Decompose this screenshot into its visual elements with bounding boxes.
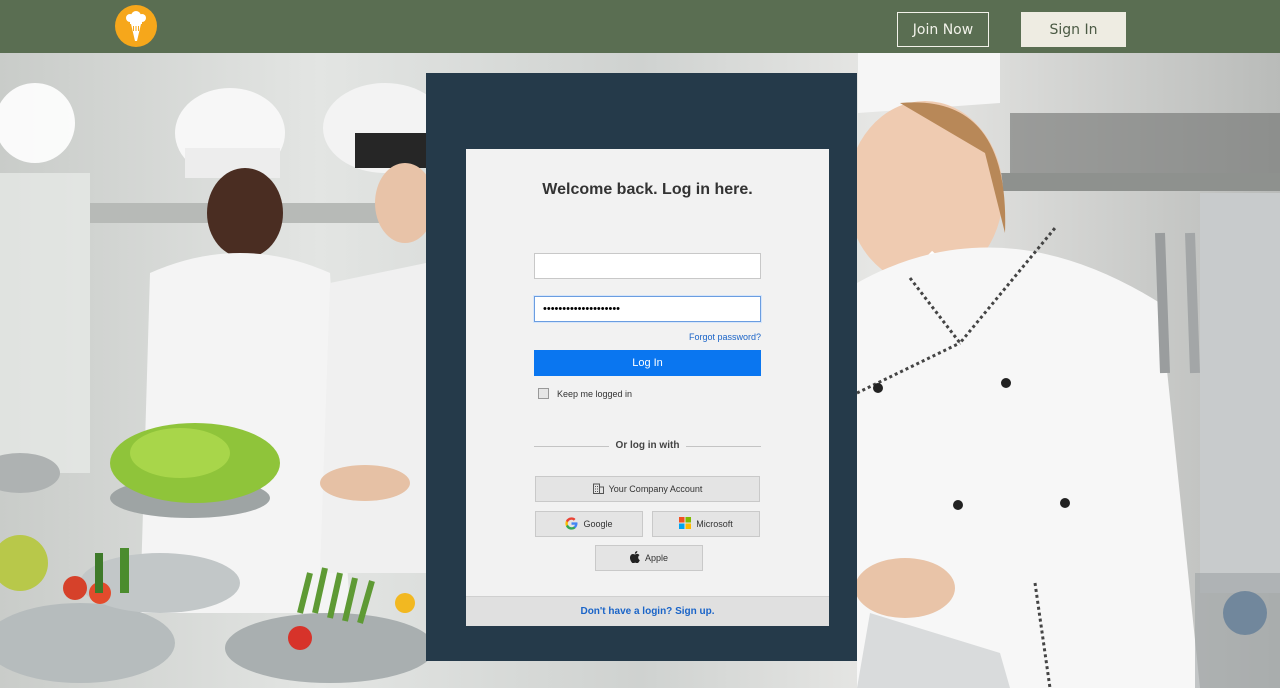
- login-card: Welcome back. Log in here. Forgot passwo…: [466, 149, 829, 626]
- divider-line: [686, 446, 761, 447]
- keep-logged-in-label: Keep me logged in: [557, 388, 633, 399]
- join-now-button[interactable]: Join Now: [897, 12, 989, 47]
- google-login-button[interactable]: Google: [535, 511, 643, 537]
- or-divider: Or log in with: [534, 439, 761, 453]
- microsoft-login-button[interactable]: Microsoft: [652, 511, 760, 537]
- building-icon: [592, 483, 604, 496]
- signup-link[interactable]: Don't have a login? Sign up.: [466, 596, 829, 626]
- google-label: Google: [583, 519, 613, 529]
- microsoft-icon: [679, 517, 692, 531]
- keep-logged-in-checkbox[interactable]: [538, 388, 549, 399]
- microsoft-label: Microsoft: [696, 519, 733, 529]
- google-icon: [565, 516, 578, 532]
- apple-login-button[interactable]: Apple: [595, 545, 703, 571]
- top-navbar: Join Now Sign In: [0, 0, 1280, 53]
- username-input[interactable]: [534, 253, 761, 279]
- forgot-password-link[interactable]: Forgot password?: [689, 332, 761, 342]
- log-in-button[interactable]: Log In: [534, 350, 761, 376]
- company-account-label: Your Company Account: [608, 484, 703, 494]
- password-input[interactable]: [534, 296, 761, 322]
- company-account-button[interactable]: Your Company Account: [535, 476, 760, 502]
- logo-icon[interactable]: [115, 5, 157, 47]
- login-title: Welcome back. Log in here.: [542, 181, 753, 198]
- sign-in-button[interactable]: Sign In: [1021, 12, 1126, 47]
- keep-logged-in-row: Keep me logged in: [538, 388, 632, 399]
- apple-icon: [629, 551, 640, 565]
- apple-label: Apple: [644, 553, 669, 563]
